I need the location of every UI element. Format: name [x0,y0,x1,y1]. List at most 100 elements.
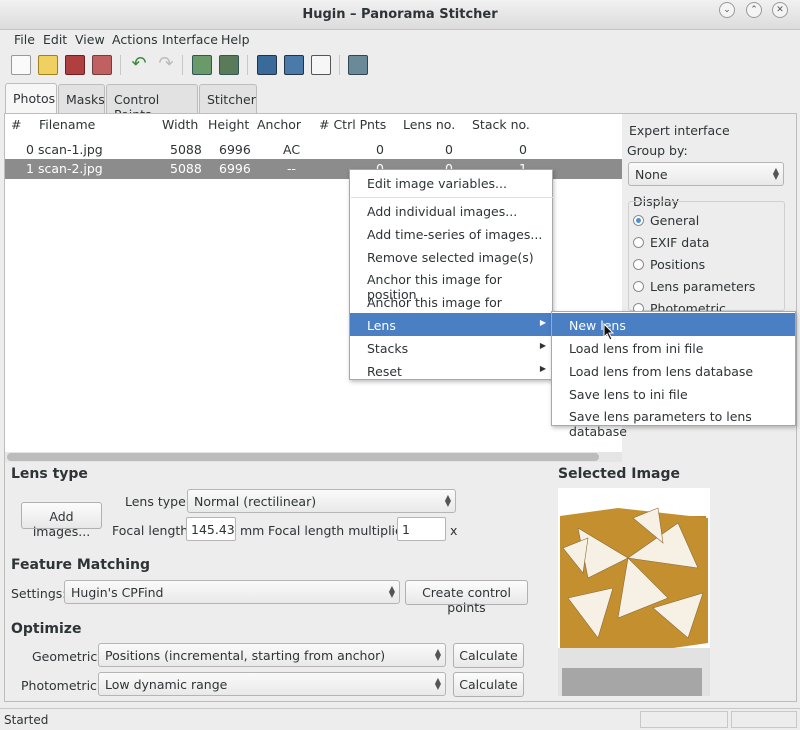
table-row[interactable]: 0 scan-1.jpg 5088 6996 AC 0 0 0 [5,140,622,159]
status-field [731,711,797,728]
menu-item-remove-selected[interactable]: Remove selected image(s) [350,245,552,268]
spin-arrows-icon: ▲ ▼ [444,493,451,508]
feature-matching-heading: Feature Matching [11,557,150,573]
menu-item-add-time-series[interactable]: Add time-series of images... [350,222,552,245]
col-header-filename[interactable]: Filename [39,117,95,132]
row-anchor: AC [283,142,301,157]
col-header-width[interactable]: Width [162,117,198,132]
save-as-icon[interactable] [92,55,112,75]
new-project-icon[interactable] [11,55,31,75]
menu-separator [351,197,553,198]
minimize-button[interactable]: ⌄ [719,2,735,18]
context-menu: Edit image variables... Add individual i… [349,169,553,380]
col-header-ctrl-pnts[interactable]: # Ctrl Pnts [319,117,386,132]
maximize-button[interactable]: ⌃ [746,2,762,18]
submenu-item-save-lens-ini[interactable]: Save lens to ini file [552,382,795,405]
redo-icon[interactable]: ↷ [156,55,176,75]
calculate-geometric-button[interactable]: Calculate [453,643,524,668]
menu-help[interactable]: Help [221,32,250,47]
radio-positions-label[interactable]: Positions [650,257,705,272]
scrollbar-thumb[interactable] [7,453,599,461]
tab-stitcher[interactable]: Stitcher [199,84,257,113]
add-images-button[interactable]: Add images... [21,502,102,539]
gl-preview-icon[interactable] [257,55,277,75]
expert-interface-label: Expert interface [629,123,730,138]
geometric-select[interactable]: Positions (incremental, starting from an… [98,643,446,667]
menu-bar: File Edit View Actions Interface Help [0,30,800,50]
col-header-anchor[interactable]: Anchor [257,117,301,132]
menu-actions[interactable]: Actions [112,32,158,47]
create-control-points-button[interactable]: Create control points [405,580,528,615]
toolbar-separator [339,55,340,75]
menu-item-stacks[interactable]: Stacks ▶ [350,336,552,359]
stitch-icon[interactable] [348,55,368,75]
mouse-cursor-icon [603,323,615,341]
tab-photos[interactable]: Photos [5,83,57,114]
focal-multiplier-label: Focal length multiplier: [268,523,412,538]
menu-item-reset-label: Reset [367,364,402,379]
row-lens-no: 0 [445,142,453,157]
radio-lens-parameters[interactable] [633,281,644,292]
menu-item-edit-image-variables[interactable]: Edit image variables... [350,171,552,194]
focal-multiplier-field[interactable]: 1 [397,517,446,541]
row-stack-no: 0 [519,142,527,157]
radio-general[interactable] [633,215,644,226]
row-ctrl-pnts: 0 [376,142,384,157]
tab-masks[interactable]: Masks [58,84,105,113]
col-header-stack-no[interactable]: Stack no. [472,117,530,132]
focal-length-field[interactable]: 145.43 [186,517,236,541]
lens-type-select[interactable]: Normal (rectilinear) ▲ ▼ [187,489,456,513]
col-header-height[interactable]: Height [208,117,249,132]
photometric-select[interactable]: Low dynamic range ▲ ▼ [98,672,446,696]
menu-file[interactable]: File [14,32,35,47]
menu-view[interactable]: View [75,32,105,47]
open-project-icon[interactable] [38,55,58,75]
geometric-value: Positions (incremental, starting from an… [105,648,386,663]
col-header-num[interactable]: # [11,117,21,132]
list-icon[interactable] [311,55,331,75]
group-by-select[interactable]: None ▲ ▼ [628,162,784,186]
radio-lens-parameters-label[interactable]: Lens parameters [650,279,755,294]
col-header-lens-no[interactable]: Lens no. [403,117,455,132]
menu-item-lens[interactable]: Lens ▶ [350,313,552,336]
menu-edit[interactable]: Edit [43,32,67,47]
submenu-item-save-lens-db[interactable]: Save lens parameters to lens database [552,404,795,439]
calculate-photometric-button[interactable]: Calculate [453,672,524,697]
leaf-pattern-image [558,507,710,696]
tab-control-points[interactable]: Control Points [106,84,198,122]
radio-exif[interactable] [633,237,644,248]
lens-type-heading: Lens type [11,466,88,482]
lens-type-value: Normal (rectilinear) [194,494,317,509]
selected-image-preview [558,488,710,696]
submenu-item-load-lens-db[interactable]: Load lens from lens database [552,359,795,382]
toolbar-separator [182,55,183,75]
save-project-icon[interactable] [65,55,85,75]
menu-item-lens-label: Lens [367,318,396,333]
menu-item-reset[interactable]: Reset ▶ [350,359,552,382]
radio-positions[interactable] [633,259,644,270]
add-time-series-icon[interactable] [219,55,239,75]
menu-item-anchor-exposure[interactable]: Anchor this image for exposure [350,290,552,325]
undo-icon[interactable]: ↶ [129,55,149,75]
close-button[interactable]: ✕ [772,2,788,18]
radio-general-label[interactable]: General [650,213,699,228]
selected-image-heading: Selected Image [558,466,681,482]
group-by-label: Group by: [627,143,688,158]
menu-item-add-individual-images[interactable]: Add individual images... [350,199,552,222]
title-bar: Hugin – Panorama Stitcher ⌄ ⌃ ✕ [0,0,800,30]
preview-icon[interactable] [284,55,304,75]
menu-interface[interactable]: Interface [162,32,218,47]
cp-detector-value: Hugin's CPFind [71,585,164,600]
focal-unit-label: mm [240,523,265,538]
submenu-item-new-lens[interactable]: New lens [552,313,795,336]
cp-detector-select[interactable]: Hugin's CPFind ▲ ▼ [64,580,400,604]
row-width: 5088 [170,161,202,176]
horizontal-scrollbar[interactable] [5,452,622,462]
spin-arrows-icon: ▲ ▼ [434,676,441,691]
add-images-icon[interactable] [192,55,212,75]
menu-item-anchor-position[interactable]: Anchor this image for position [350,267,552,302]
spin-arrows-icon: ▲ ▼ [434,647,441,662]
submenu-item-load-lens-ini[interactable]: Load lens from ini file [552,336,795,359]
radio-exif-label[interactable]: EXIF data [650,235,709,250]
status-field [640,711,728,728]
